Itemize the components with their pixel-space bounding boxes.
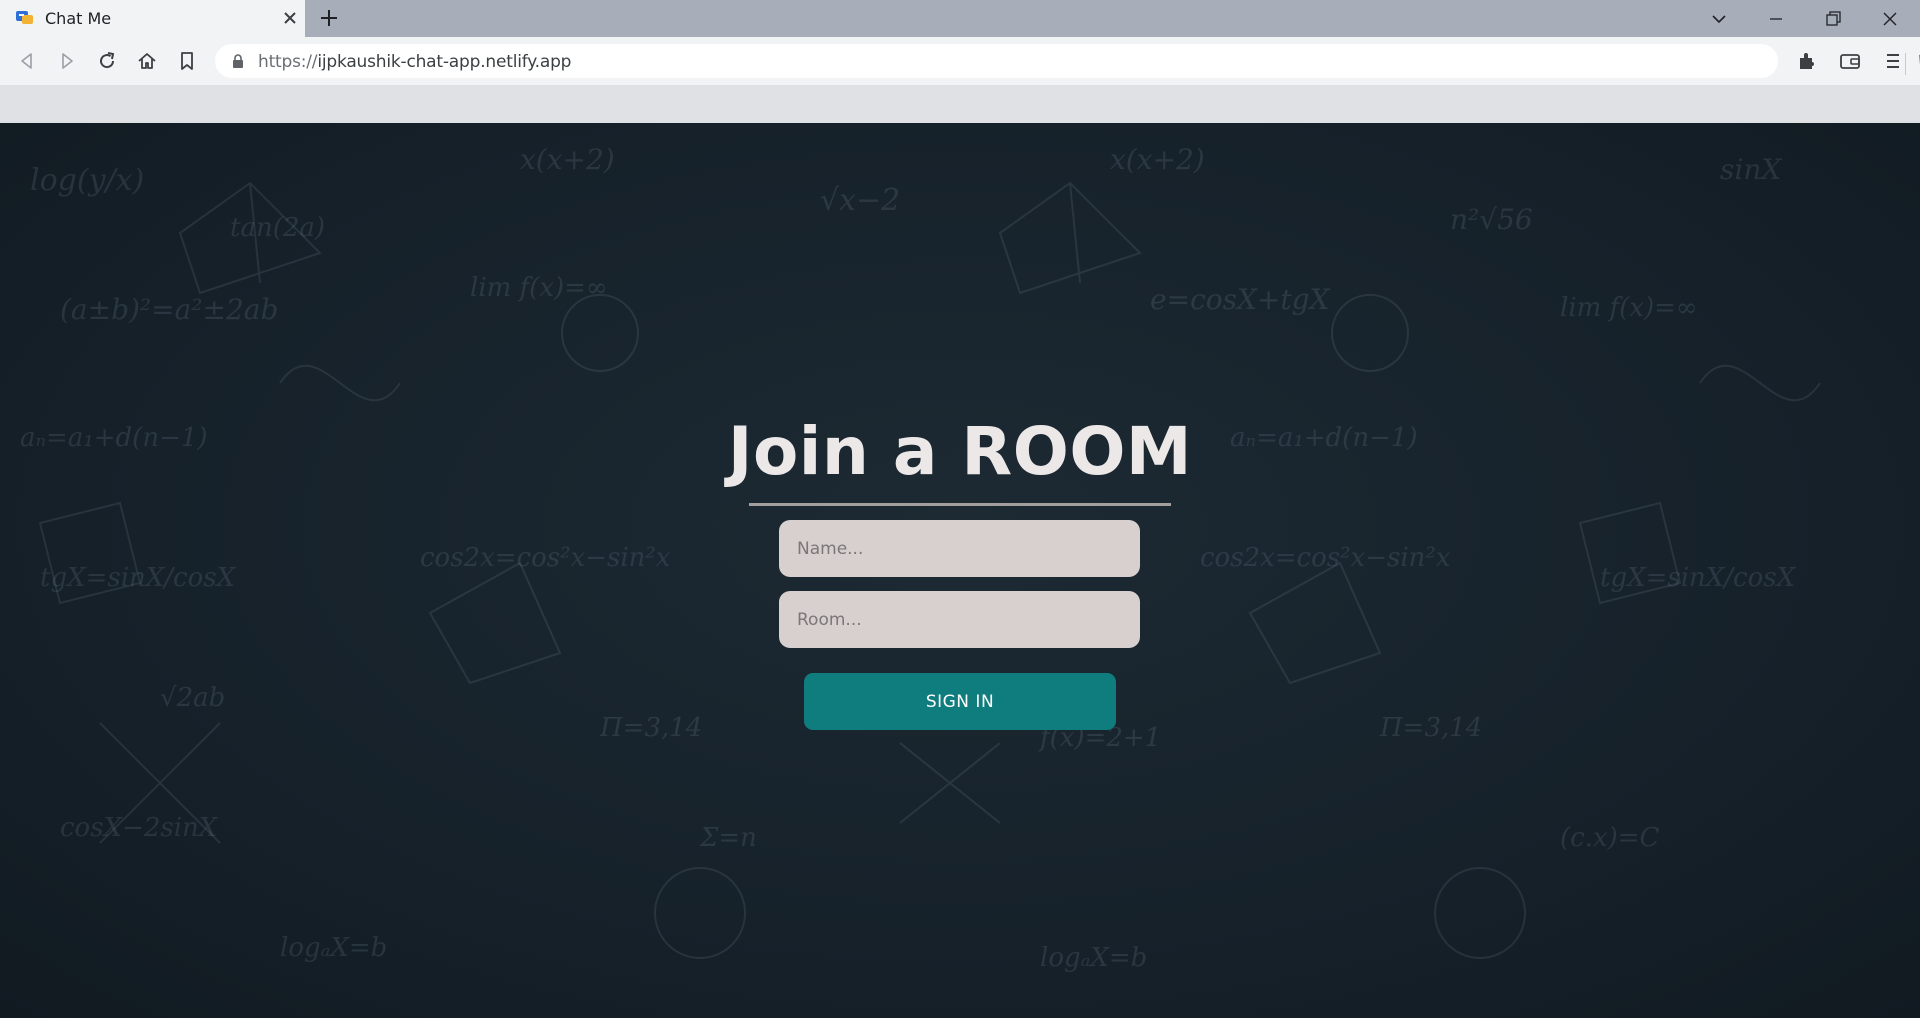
browser-toolbar: https://ijpkaushik-chat-app.netlify.app bbox=[0, 37, 1920, 85]
bookmark-bar bbox=[0, 85, 1920, 123]
back-icon[interactable] bbox=[15, 49, 39, 73]
minimize-icon[interactable] bbox=[1766, 9, 1786, 29]
chat-app-favicon bbox=[16, 11, 33, 24]
home-icon[interactable] bbox=[135, 49, 159, 73]
sign-in-button[interactable]: SIGN IN bbox=[804, 673, 1116, 730]
bookmark-icon[interactable] bbox=[175, 49, 199, 73]
wallet-icon[interactable] bbox=[1838, 49, 1862, 73]
reload-icon[interactable] bbox=[95, 49, 119, 73]
extensions-icon[interactable] bbox=[1795, 49, 1819, 73]
close-window-icon[interactable] bbox=[1880, 9, 1900, 29]
active-tab[interactable]: Chat Me bbox=[0, 0, 305, 37]
address-bar[interactable]: https://ijpkaushik-chat-app.netlify.app bbox=[215, 44, 1920, 78]
url-text[interactable]: https://ijpkaushik-chat-app.netlify.app bbox=[258, 52, 571, 72]
title-underline bbox=[749, 503, 1171, 506]
name-input[interactable] bbox=[779, 520, 1140, 577]
brave-shields-icon[interactable] bbox=[1915, 51, 1920, 73]
omnibox-divider bbox=[1905, 53, 1906, 75]
room-input[interactable] bbox=[779, 591, 1140, 648]
close-icon[interactable] bbox=[281, 9, 299, 27]
page-viewport: log(y/x) tan(2a) x(x+2) √x−2 x(x+2) n²√5… bbox=[0, 123, 1920, 1018]
tab-search-icon[interactable] bbox=[1709, 9, 1729, 29]
menu-icon[interactable] bbox=[1881, 49, 1905, 73]
restore-icon[interactable] bbox=[1823, 9, 1843, 29]
tab-title: Chat Me bbox=[45, 9, 112, 28]
forward-icon[interactable] bbox=[55, 49, 79, 73]
lock-icon[interactable] bbox=[231, 54, 245, 68]
plus-icon[interactable] bbox=[318, 7, 340, 29]
tab-strip: Chat Me bbox=[0, 0, 1920, 37]
page-title: Join a ROOM bbox=[727, 413, 1193, 490]
